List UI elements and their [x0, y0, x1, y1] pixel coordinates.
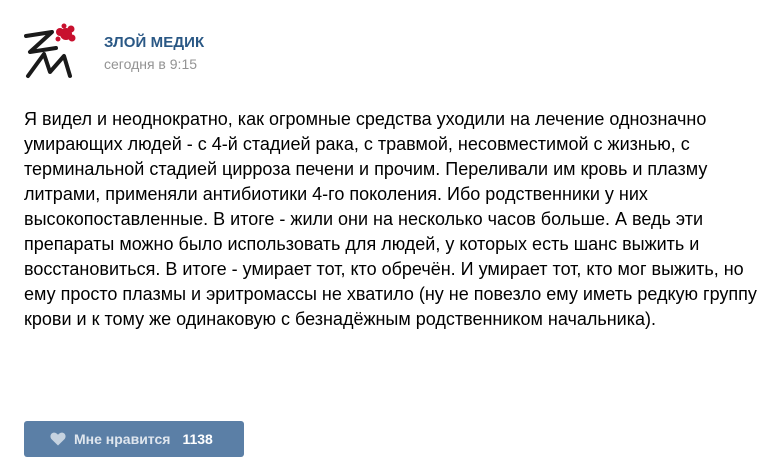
avatar[interactable] — [22, 22, 84, 82]
zm-logo-icon — [24, 23, 76, 78]
post-header: ЗЛОЙ МЕДИК сегодня в 9:15 — [22, 22, 204, 82]
post-card: ЗЛОЙ МЕДИК сегодня в 9:15 Я видел и неод… — [0, 0, 781, 470]
post-text: Я видел и неоднократно, как огромные сре… — [24, 109, 757, 329]
like-button[interactable]: Мне нравится 1138 — [24, 421, 244, 457]
like-label: Мне нравится — [74, 431, 171, 447]
author-block: ЗЛОЙ МЕДИК сегодня в 9:15 — [104, 22, 204, 73]
heart-icon — [50, 432, 66, 446]
post-timestamp[interactable]: сегодня в 9:15 — [104, 55, 204, 73]
author-name-link[interactable]: ЗЛОЙ МЕДИК — [104, 34, 204, 52]
like-count: 1138 — [182, 431, 213, 447]
